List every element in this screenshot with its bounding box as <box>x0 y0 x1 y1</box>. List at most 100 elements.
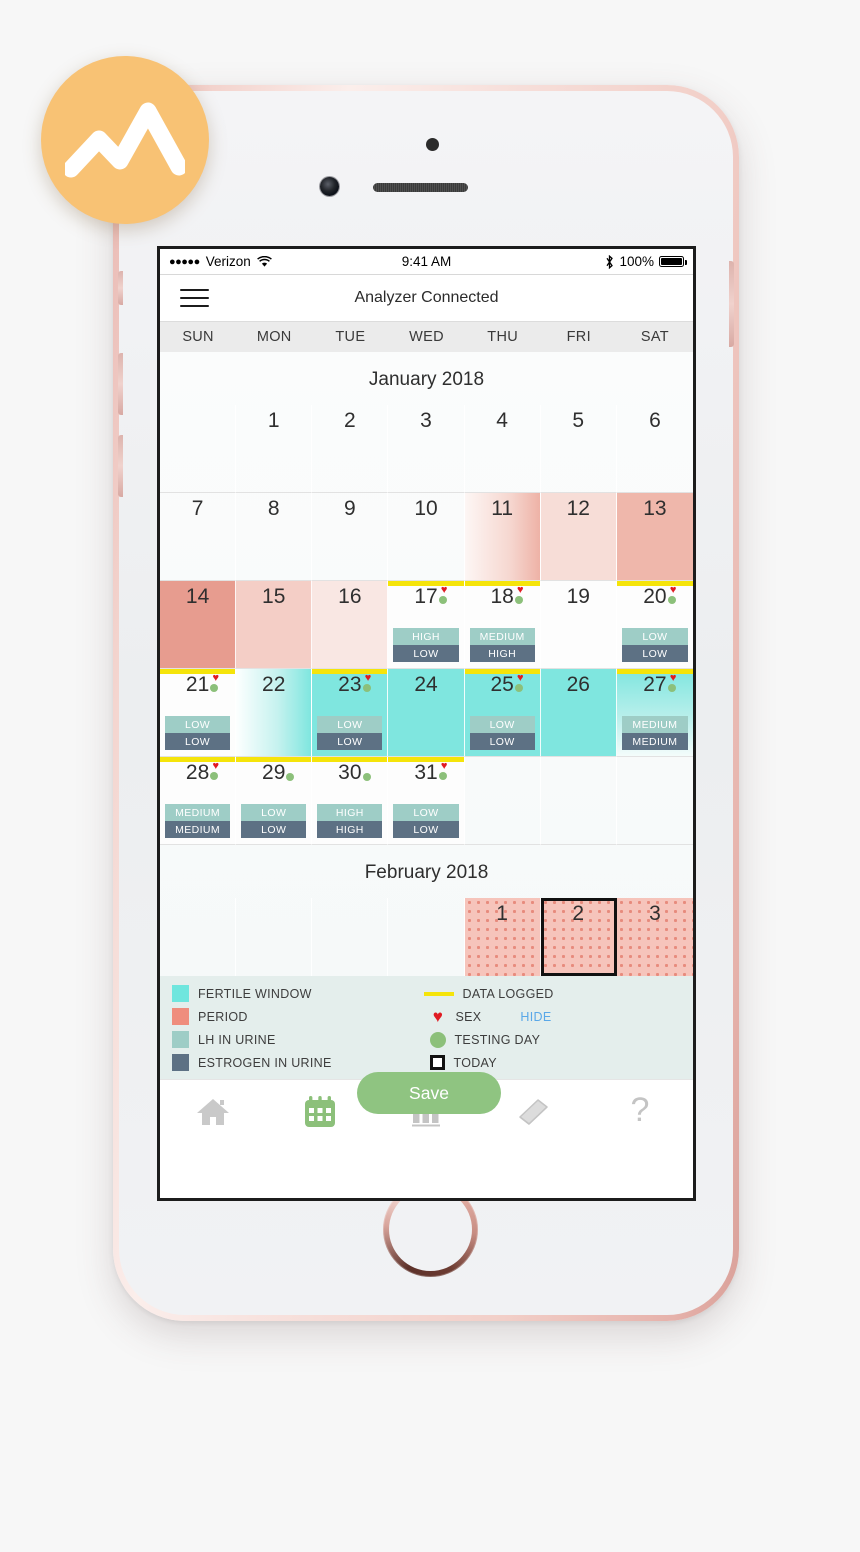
day-number: 26 <box>566 673 590 696</box>
calendar-day-cell[interactable]: 16 <box>312 581 389 669</box>
estrogen-level-chip: LOW <box>621 645 688 662</box>
save-button[interactable]: Save <box>357 1072 501 1114</box>
legend-label: TESTING DAY <box>454 1032 541 1047</box>
calendar-empty-cell <box>540 757 617 845</box>
day-number: 29 <box>262 760 295 786</box>
calendar-icon <box>304 1095 335 1127</box>
day-number: 5 <box>572 409 585 432</box>
weekday-label-sun: SUN <box>182 329 214 345</box>
legend-swatch-lh-icon <box>172 1031 189 1048</box>
calendar-day-cell[interactable]: 15 <box>236 581 313 669</box>
tab-home[interactable] <box>160 1096 267 1128</box>
tab-help[interactable]: ? <box>586 1094 693 1130</box>
calendar-day-cell[interactable]: 13 <box>616 493 693 581</box>
battery-percent: 100% <box>619 254 654 269</box>
calendar-day-cell[interactable]: 4 <box>464 405 541 493</box>
testing-day-dot-icon <box>210 772 219 780</box>
calendar-day-cell[interactable]: 6 <box>616 405 693 493</box>
legend-item: ESTROGEN IN URINE <box>172 1054 424 1071</box>
legend-label: LH IN URINE <box>198 1032 276 1047</box>
day-number: 2 <box>344 409 356 432</box>
testing-day-dot-icon <box>438 596 447 604</box>
calendar-day-cell[interactable]: 22 <box>236 669 313 757</box>
calendar-day-cell[interactable]: 11 <box>464 493 541 581</box>
home-icon <box>197 1098 230 1125</box>
calendar-day-cell[interactable]: 3 <box>388 405 465 493</box>
calendar-empty-cell <box>464 757 541 845</box>
lh-level-chip: LOW <box>241 804 307 821</box>
calendar-day-cell[interactable]: 21 ♥ LOW LOW <box>160 669 237 757</box>
calendar-day-cell[interactable]: 12 <box>540 493 617 581</box>
calendar-day-cell[interactable]: 10 <box>388 493 465 581</box>
day-number: 6 <box>649 409 661 432</box>
calendar-day-cell[interactable]: 26 <box>540 669 617 757</box>
bluetooth-icon <box>606 254 614 269</box>
lh-level-chip: LOW <box>317 716 383 733</box>
estrogen-level-chip: MEDIUM <box>165 821 231 838</box>
testing-day-dot-icon <box>362 773 371 781</box>
volume-down-button[interactable] <box>118 435 123 497</box>
legend-swatch-square-icon <box>429 1055 445 1070</box>
status-time: 9:41 AM <box>401 254 452 269</box>
earpiece-speaker <box>373 183 468 192</box>
data-logged-bar <box>464 581 540 586</box>
data-logged-bar <box>160 757 236 762</box>
calendar-empty-cell <box>616 757 693 845</box>
legend-swatch-circle-icon <box>429 1031 446 1048</box>
day-number: 1 <box>267 409 280 432</box>
calendar-day-cell[interactable]: 29 LOW LOW <box>236 757 313 845</box>
calendar-day-cell[interactable]: 27 ♥ MEDIUM MEDIUM <box>616 669 693 757</box>
estrogen-level-chip: LOW <box>317 733 383 750</box>
book-icon <box>519 1098 548 1125</box>
calendar-day-cell[interactable]: 17 ♥ HIGH LOW <box>388 581 465 669</box>
lh-level-chip: LOW <box>393 804 459 821</box>
volume-up-button[interactable] <box>118 353 123 415</box>
front-camera <box>320 177 339 196</box>
calendar-day-cell[interactable]: 1 <box>236 405 313 493</box>
calendar-empty-cell <box>160 898 237 976</box>
calendar-day-cell[interactable]: 31 ♥ LOW LOW <box>388 757 465 845</box>
lh-level-chip: LOW <box>469 716 535 733</box>
hide-sex-link[interactable]: HIDE <box>520 1010 551 1024</box>
legend-swatch-line-icon <box>423 991 454 996</box>
calendar-day-cell[interactable]: 20 ♥ LOW LOW <box>616 581 693 669</box>
legend-item: PERIOD <box>172 1008 424 1025</box>
calendar-day-cell[interactable]: 7 <box>160 493 237 581</box>
hamburger-menu-icon[interactable] <box>180 288 209 308</box>
legend-label: PERIOD <box>198 1009 248 1024</box>
legend-item: TESTING DAY <box>429 1031 682 1048</box>
calendar-day-cell[interactable]: 25 ♥ LOW LOW <box>464 669 541 757</box>
svg-text:?: ? <box>630 1094 649 1129</box>
calendar-day-cell[interactable]: 30 HIGH HIGH <box>312 757 389 845</box>
calendar-day-cell[interactable]: 23 ♥ LOW LOW <box>312 669 389 757</box>
app-logo-badge <box>41 56 209 224</box>
calendar-day-cell[interactable]: 8 <box>236 493 313 581</box>
calendar-day-cell[interactable]: 5 <box>540 405 617 493</box>
signal-strength-icon: ●●●●● <box>169 255 200 268</box>
calendar-day-cell[interactable]: 24 <box>388 669 465 757</box>
day-number: 3 <box>420 409 432 432</box>
testing-day-dot-icon <box>514 684 523 692</box>
legend-swatch-fert-icon <box>172 985 189 1002</box>
calendar-empty-cell <box>236 898 313 976</box>
calendar-day-cell[interactable]: 28 ♥ MEDIUM MEDIUM <box>160 757 237 845</box>
testing-day-dot-icon <box>667 684 676 692</box>
calendar-day-cell[interactable]: 3 <box>616 898 693 976</box>
lh-level-chip: LOW <box>621 628 688 645</box>
calendar-day-cell[interactable]: 14 <box>160 581 237 669</box>
calendar-day-cell[interactable]: 19 <box>540 581 617 669</box>
power-button[interactable] <box>729 261 734 347</box>
calendar-day-cell[interactable]: 1 <box>464 898 541 976</box>
sex-heart-icon: ♥ <box>440 584 448 596</box>
month-title: February 2018 <box>364 862 489 883</box>
calendar-day-cell[interactable]: 9 <box>312 493 389 581</box>
day-number: 15 <box>262 585 286 608</box>
sex-heart-icon: ♥ <box>440 760 448 772</box>
legend-swatch-heart-icon: ♥ <box>432 1007 444 1026</box>
day-number: 16 <box>338 585 362 608</box>
calendar-day-cell[interactable]: 18 ♥ MEDIUM HIGH <box>464 581 541 669</box>
calendar-day-cell[interactable]: 2 <box>312 405 389 493</box>
lh-level-chip: MEDIUM <box>469 628 535 645</box>
silent-switch[interactable] <box>118 271 123 305</box>
calendar-day-cell[interactable]: 2 <box>540 898 617 976</box>
